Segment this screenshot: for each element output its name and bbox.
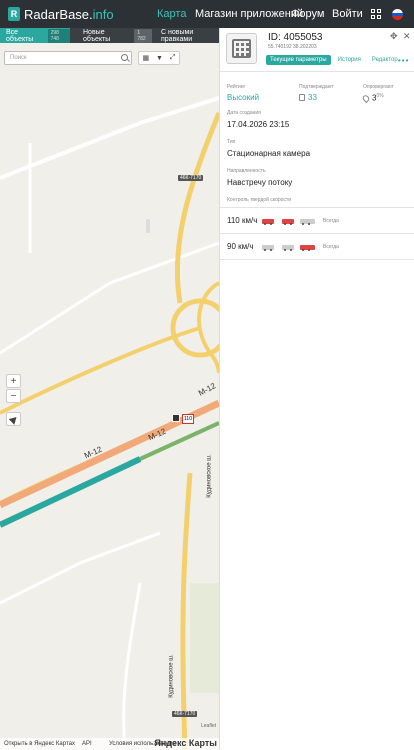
divider [220,71,414,72]
road-shield: 46К-7170 [178,175,204,181]
divider [220,259,414,260]
search-icon[interactable] [121,54,128,61]
search-input[interactable]: Поиск [4,51,132,65]
type-value: Стационарная камера [227,149,311,158]
logo-icon: R [8,7,20,21]
nav-forum[interactable]: Форум [291,8,324,20]
yandex-maps-logo: Яндекс Карты [154,738,217,748]
logo-text: RadarBase. [24,6,93,22]
open-in-yandex-link[interactable]: Открыть в Яндекс Картах [4,741,75,747]
map-roads [0,96,219,750]
car-icon [262,245,274,251]
camera-thumbnail [226,33,257,64]
zoom-in-button[interactable]: + [6,374,21,388]
panel-tabs: Текущие параметры История Редактор [266,55,402,65]
object-coords: 55.740192 38.202203 [268,44,317,50]
tab-all-objects[interactable]: Все объекты 298 748 [0,28,70,43]
speed-value: 90 км/ч [227,242,254,251]
speed-row: 110 км/ч Всегда [220,207,414,233]
move-icon[interactable]: ✥ [390,31,398,42]
lane-value: Всегда [323,244,339,250]
tab-label: Все объекты [6,28,34,43]
speed-control-label: Контроль твердой скорости [227,197,291,203]
truck-icon [300,219,315,225]
speed-limit-sign: 110 [182,414,194,424]
tab-new-objects[interactable]: Новые объекты 1 782 [78,28,152,43]
filter-icon[interactable]: ▼ [156,55,163,62]
direction-value: Навстречу потоку [227,178,293,187]
camera-icon [232,39,251,58]
nav-login[interactable]: Войти [332,8,363,20]
deny-count: 30% [361,93,384,104]
road-shield: 46К-7170 [172,711,198,717]
confirm-label: Подтверждают [299,84,334,90]
date-value: 17.04.2026 23:15 [227,120,290,129]
tab-history[interactable]: История [334,55,365,65]
date-label: Дата создания [227,110,261,116]
thumbs-up-icon [299,94,305,102]
bus-icon [282,219,294,225]
pin-icon [361,93,371,104]
tab-label: С новыми правками [161,28,194,43]
truck-icon [300,245,315,251]
deny-label: Опровергают [363,84,394,90]
rating-value: Высокий [227,93,260,102]
layers-icon[interactable]: ▦ [142,54,149,62]
speed-value: 110 км/ч [227,216,258,225]
close-icon[interactable]: ✕ [403,31,411,42]
locate-button[interactable] [6,412,21,426]
lane-value: Всегда [323,218,339,224]
logo-accent: info [92,6,114,22]
russia-flag-icon[interactable] [392,9,403,20]
car-icon [262,219,274,225]
api-link[interactable]: API [82,741,92,747]
nav-app-store[interactable]: Магазин приложений [195,8,303,20]
tab-count: 298 748 [47,28,70,43]
tab-editor[interactable]: Редактор [368,55,402,65]
type-label: Тип [227,139,236,145]
road-label: Кудиновское ш. [206,454,213,498]
object-id: ID: 4055053 [268,32,323,43]
top-navbar: R RadarBase.info Карта Магазин приложени… [0,0,414,28]
tab-new-edits[interactable]: С новыми правками [156,28,219,43]
zoom-out-button[interactable]: − [6,389,21,403]
confirm-count: 33 [299,93,317,102]
speed-row: 90 км/ч Всегда [220,233,414,259]
logo[interactable]: R RadarBase.info [8,7,114,22]
road-label: Кудиновское ш. [168,654,175,698]
object-tabs: Все объекты 298 748 Новые объекты 1 782 С … [0,28,219,43]
camera-marker[interactable] [172,414,180,422]
bus-icon [282,245,294,251]
tab-count: 1 782 [134,28,152,43]
grid-icon[interactable] [371,9,381,19]
rating-label: Рейтинг [227,84,246,90]
object-detail-panel: ID: 4055053 55.740192 38.202203 ✥ ✕ Теку… [219,28,414,750]
tab-current-params[interactable]: Текущие параметры [266,55,331,65]
more-icon[interactable]: ••• [398,56,409,65]
leaflet-attribution[interactable]: Leaflet [201,723,216,729]
nav-map[interactable]: Карта [157,8,186,20]
map[interactable]: Поиск ▦ ▼ ⤢ + − 46К-7170 46К-7170 М-12 М… [0,43,219,750]
map-tools: ▦ ▼ ⤢ [138,51,180,65]
tab-label: Новые объекты [83,28,111,43]
direction-label: Направленность [227,168,266,174]
expand-icon[interactable]: ⤢ [170,54,176,62]
